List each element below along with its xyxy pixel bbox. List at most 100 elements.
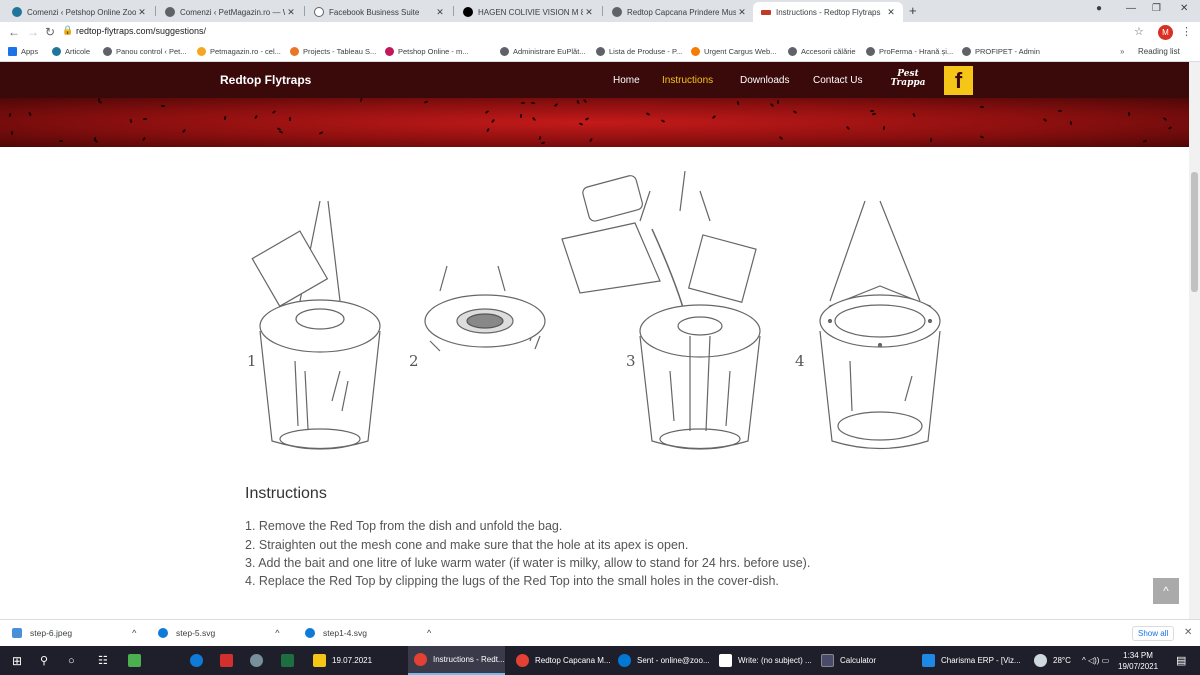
fly-decoration [530,101,536,105]
reading-list-button[interactable]: Reading list [1138,47,1180,56]
back-arrow-icon[interactable]: ← [8,25,20,39]
bookmark-accesorii[interactable]: Accesorii călărie [788,47,856,56]
bookmark-tableau[interactable]: Projects - Tableau S... [290,47,376,56]
close-tab-icon[interactable]: ✕ [736,7,748,18]
restore-button[interactable]: ❐ [1152,3,1161,14]
chevron-up-icon[interactable]: ^ [427,628,431,638]
close-tab-icon[interactable]: ✕ [285,7,297,18]
fly-decoration [142,117,148,121]
forward-arrow-icon[interactable]: → [27,25,39,39]
cortana-icon[interactable]: ○ [68,646,75,675]
bookmark-euplatesc[interactable]: Administrare EuPlăt... [500,47,586,56]
site-brand[interactable]: Redtop Flytraps [220,73,311,87]
pdf-icon[interactable] [220,646,239,675]
bookmark-proferma[interactable]: ProFerma - Hrană și... [866,47,953,56]
pest-trappa-logo[interactable]: Pest Trappa [888,70,928,88]
task-view-icon[interactable]: ☷ [98,646,108,675]
windows-start-icon[interactable]: ⊞ [12,646,22,675]
bookmark-articole[interactable]: Articole [52,47,90,56]
taskbar-chrome-redtop[interactable]: Redtop Capcana M... [510,646,611,675]
windows-taskbar: ⊞ ⚲ ○ ☷ 19.07.2021 Instructions - Redt..… [0,646,1200,675]
reload-icon[interactable]: ↻ [45,25,55,39]
fly-decoration [778,135,784,141]
chevron-up-icon[interactable]: ^ [275,628,279,638]
fly-decoration [540,141,546,145]
wordpress-icon [12,7,22,17]
show-all-button[interactable]: Show all [1132,626,1175,641]
close-window-button[interactable]: ✕ [1180,3,1188,14]
bookmark-apps[interactable]: Apps [8,47,38,56]
tab-hagen-colivie[interactable]: HAGEN COLIVIE VISION M 8325 ✕ [455,2,601,22]
charisma-icon [922,654,935,667]
app-icon[interactable] [250,646,269,675]
lock-icon[interactable]: 🔒 [62,25,73,36]
close-tab-icon[interactable]: ✕ [434,7,446,18]
apps-grid-icon [8,47,17,56]
taskbar-folder-19-07-2021[interactable]: 19.07.2021 [305,646,395,675]
fly-decoration [777,100,779,104]
download-item-step1-4[interactable]: step1-4.svg ^ [305,628,431,638]
cloud-icon [1034,654,1047,667]
fly-decoration [645,112,651,116]
bookmark-petshop-online[interactable]: Petshop Online - m... [385,47,468,56]
excel-icon[interactable] [281,646,300,675]
more-bookmarks-button[interactable]: » [1120,47,1124,56]
download-item-step-5[interactable]: step-5.svg ^ [158,628,279,638]
fly-decoration [486,127,490,133]
scroll-to-top-button[interactable]: ^ [1153,578,1179,604]
bookmark-cargus[interactable]: Urgent Cargus Web... [691,47,776,56]
fly-decoration [979,105,985,109]
search-icon[interactable]: ⚲ [40,646,48,675]
taskbar-calculator[interactable]: Calculator [815,646,912,675]
bookmark-panou-control[interactable]: Panou control ‹ Pet... [103,47,186,56]
tab-instructions-redtop[interactable]: Instructions - Redtop Flytraps ✕ [753,2,903,22]
chevron-up-icon[interactable]: ^ [132,628,136,638]
tab-comenzi-petmagazin[interactable]: Comenzi ‹ PetMagazin.ro — Wo ✕ [157,2,303,22]
instructions-illustration [251,171,941,450]
taskbar-charisma-erp[interactable]: Charisma ERP - [Viz... [916,646,1021,675]
bookmark-star-icon[interactable]: ☆ [1134,25,1144,38]
tableau-icon [290,47,299,56]
notifications-icon[interactable]: ▤ [1176,646,1186,675]
globe-icon [612,7,622,17]
taskbar-mail-write[interactable]: Write: (no subject) ... [713,646,812,675]
minimize-button[interactable]: — [1126,3,1136,14]
fly-decoration [182,128,186,134]
nav-instructions[interactable]: Instructions [662,75,713,86]
fly-decoration [278,130,284,134]
globe-icon [103,47,112,56]
taskbar-chrome-instructions[interactable]: Instructions - Redt... [408,646,505,675]
facebook-icon[interactable]: f [944,66,973,95]
scrollbar-thumb[interactable] [1191,172,1198,292]
close-downloads-icon[interactable]: ✕ [1184,627,1192,638]
nav-downloads[interactable]: Downloads [740,75,789,86]
taskbar-mail-sent[interactable]: Sent - online@zoo... [612,646,710,675]
browser-toolbar: ← → ↻ 🔒 redtop-flytraps.com/suggestions/… [0,22,1200,44]
tab-facebook-business[interactable]: Facebook Business Suite ✕ [306,2,452,22]
bookmark-profipet[interactable]: PROFIPET - Admin [962,47,1040,56]
download-item-step-6[interactable]: step-6.jpeg ^ [12,628,136,638]
close-tab-icon[interactable]: ✕ [136,7,148,18]
tab-comenzi-petshop[interactable]: Comenzi ‹ Petshop Online Zoom ✕ [4,2,154,22]
close-tab-icon[interactable]: ✕ [885,7,897,18]
system-clock[interactable]: 1:34 PM 19/07/2021 [1118,650,1158,672]
nav-contact-us[interactable]: Contact Us [813,75,862,86]
edge-icon[interactable] [190,646,209,675]
bookmark-lista-produse[interactable]: Lista de Produse - P... [596,47,682,56]
page-scrollbar[interactable] [1189,62,1200,619]
globe-icon [500,47,509,56]
extension-icon[interactable]: ● [1096,3,1102,14]
instruction-step-2: 2. Straighten out the mesh cone and make… [245,538,689,552]
new-tab-button[interactable]: + [909,3,917,18]
fly-decoration [271,109,277,115]
bookmark-petmagazin[interactable]: Petmagazin.ro - cel... [197,47,281,56]
nav-home[interactable]: Home [613,75,640,86]
weather-widget[interactable]: 28°C [1034,646,1071,675]
system-tray-icons[interactable]: ^ ◁)) ▭ [1082,646,1109,675]
profile-avatar[interactable]: M [1158,25,1173,40]
address-bar[interactable]: redtop-flytraps.com/suggestions/ [76,26,206,36]
close-tab-icon[interactable]: ✕ [583,7,595,18]
tab-redtop-capcana[interactable]: Redtop Capcana Prindere Musti ✕ [604,2,754,22]
kebab-menu-icon[interactable]: ⋮ [1181,25,1192,38]
excel-sheet-icon[interactable] [128,646,147,675]
